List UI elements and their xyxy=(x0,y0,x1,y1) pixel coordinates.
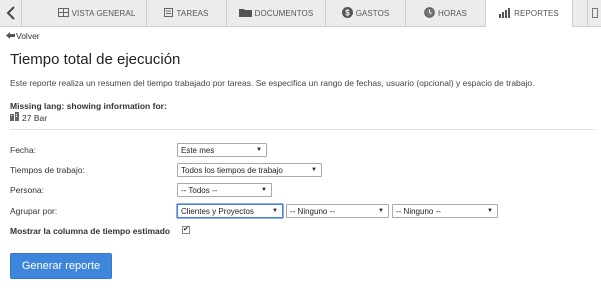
tasks-icon xyxy=(164,7,174,19)
agrupar-select-3[interactable]: -- Ninguno -- ▼ xyxy=(392,204,498,218)
building-icon xyxy=(10,112,19,123)
agrupar-value-1: Clientes y Proyectos xyxy=(181,206,254,216)
agrupar-select-2[interactable]: -- Ninguno -- ▼ xyxy=(286,204,389,218)
persona-select[interactable]: -- Todos -- ▼ xyxy=(177,183,272,197)
back-link-label: Volver xyxy=(16,31,40,41)
top-tab-bar: VISTA GENERAL TAREAS DOCUMENTOS $ GASTOS… xyxy=(0,0,601,27)
dropdown-arrow-icon: ▼ xyxy=(487,208,493,214)
tab-label: VISTA GENERAL xyxy=(71,8,136,18)
estimado-checkbox[interactable]: ✔ xyxy=(182,226,190,234)
fecha-select[interactable]: Este mes ▼ xyxy=(177,143,267,157)
tab-gastos[interactable]: $ GASTOS xyxy=(326,0,406,26)
dropdown-arrow-icon: ▼ xyxy=(256,147,262,153)
agrupar-label: Agrupar por: xyxy=(10,206,58,216)
dollar-icon: $ xyxy=(341,6,353,20)
tab-label: DOCUMENTOS xyxy=(254,8,314,18)
agrupar-value-3: -- Ninguno -- xyxy=(396,206,441,216)
tab-tareas[interactable]: TAREAS xyxy=(147,0,227,26)
agrupar-value-2: -- Ninguno -- xyxy=(290,206,335,216)
dropdown-arrow-icon: ▼ xyxy=(311,167,317,173)
tab-reportes[interactable]: REPORTES xyxy=(486,0,573,27)
tab-vista-general[interactable]: VISTA GENERAL xyxy=(47,0,147,26)
report-description: Este reporte realiza un resumen del tiem… xyxy=(10,78,535,88)
folder-icon xyxy=(238,8,252,19)
generate-report-button[interactable]: Generar reporte xyxy=(10,253,112,279)
tiempos-value: Todos los tiempos de trabajo xyxy=(181,165,283,175)
tab-label: TAREAS xyxy=(176,8,209,18)
more-tabs-indicator[interactable] xyxy=(587,0,601,26)
missing-lang-notice: Missing lang: showing information for: xyxy=(10,101,167,111)
bar-chart-icon xyxy=(499,7,511,20)
persona-label: Persona: xyxy=(10,185,45,195)
tab-horas[interactable]: HORAS xyxy=(406,0,486,26)
fecha-label: Fecha: xyxy=(10,145,36,155)
estimado-label: Mostrar la columna de tiempo estimado xyxy=(10,226,171,236)
tiempos-label: Tiempos de trabajo: xyxy=(10,165,85,175)
tab-label: HORAS xyxy=(438,8,467,18)
agrupar-select-1[interactable]: Clientes y Proyectos ▼ xyxy=(177,204,283,218)
workspace-info: 27 Bar xyxy=(10,112,47,123)
dropdown-arrow-icon: ▼ xyxy=(378,208,384,214)
tab-documentos[interactable]: DOCUMENTOS xyxy=(227,0,326,26)
section-divider xyxy=(10,129,595,130)
page-title: Tiempo total de ejecución xyxy=(10,51,181,68)
back-arrow-icon[interactable] xyxy=(0,0,22,26)
clock-icon xyxy=(424,6,435,20)
back-arrow-small-icon xyxy=(6,31,15,41)
tiempos-select[interactable]: Todos los tiempos de trabajo ▼ xyxy=(177,163,322,177)
tab-label: REPORTES xyxy=(514,9,559,18)
workspace-name: 27 Bar xyxy=(22,112,48,123)
persona-value: -- Todos -- xyxy=(181,185,218,195)
grid-icon xyxy=(57,7,69,19)
dropdown-arrow-icon: ▼ xyxy=(261,187,267,193)
back-link[interactable]: Volver xyxy=(6,31,40,41)
dropdown-arrow-icon: ▼ xyxy=(272,208,278,214)
svg-text:$: $ xyxy=(345,8,350,17)
fecha-value: Este mes xyxy=(181,145,215,155)
tab-label: GASTOS xyxy=(355,8,390,18)
